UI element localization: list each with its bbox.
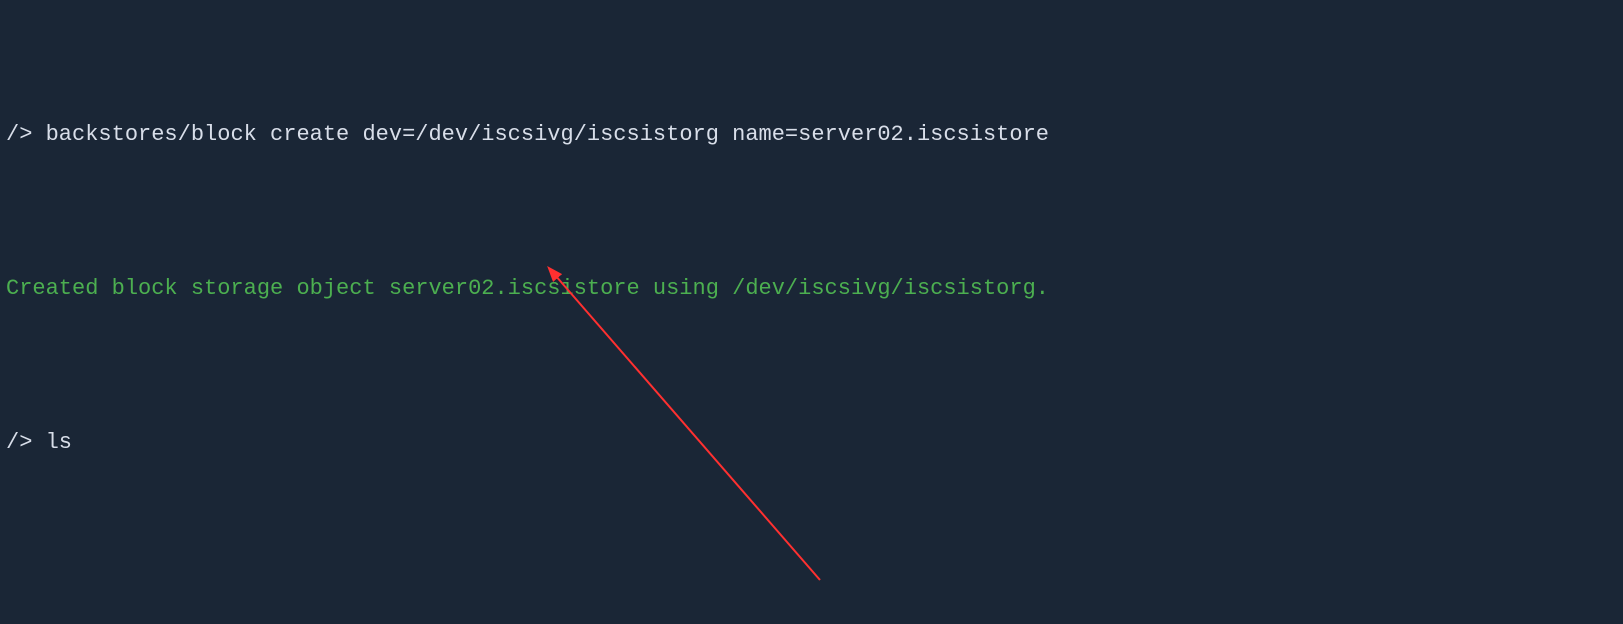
- command-text: backstores/block create dev=/dev/iscsivg…: [46, 116, 1049, 155]
- tree-prefix: o-: [6, 616, 46, 624]
- output-created: Created block storage object server02.is…: [6, 270, 1617, 309]
- dots-fill: ........................................…: [59, 616, 1551, 624]
- tree-node-root: /: [46, 616, 59, 624]
- cmd-line-2: /> ls: [6, 424, 1617, 463]
- prompt: />: [6, 424, 46, 463]
- prompt: />: [6, 116, 46, 155]
- success-message: Created block storage object server02.is…: [6, 270, 1049, 309]
- terminal[interactable]: /> backstores/block create dev=/dev/iscs…: [0, 0, 1623, 624]
- tree-row-root: o- / ...................................…: [6, 616, 1617, 624]
- command-text: ls: [46, 424, 72, 463]
- tree-right: [...]: [1551, 616, 1617, 624]
- cmd-line-1: /> backstores/block create dev=/dev/iscs…: [6, 116, 1617, 155]
- annotation-arrow-icon: [0, 0, 1623, 624]
